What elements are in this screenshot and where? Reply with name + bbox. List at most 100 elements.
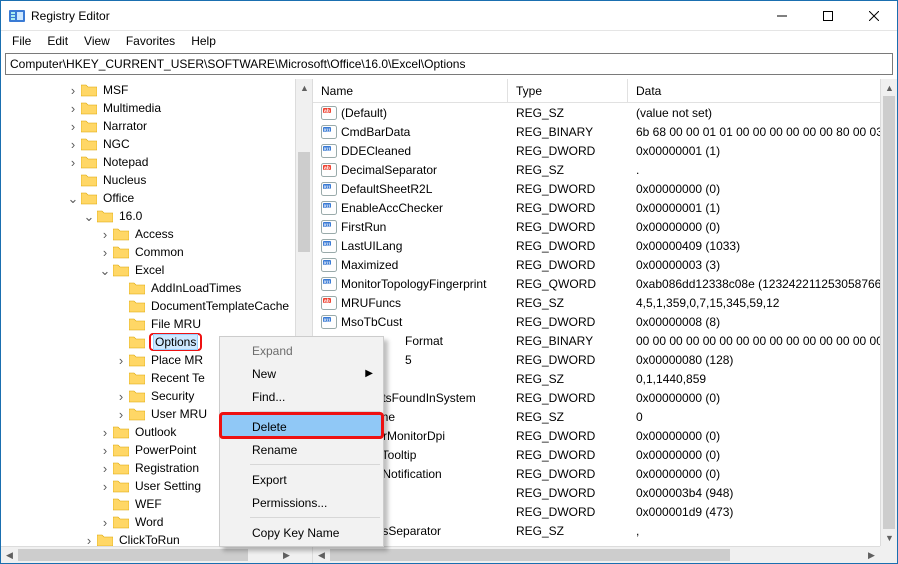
chevron-down-icon[interactable]: ⌄	[81, 210, 97, 223]
content: ····›MSF····›Multimedia····›Narrator····…	[1, 79, 897, 563]
tree-item[interactable]: ····›Notepad	[1, 153, 312, 171]
ctx-expand[interactable]: Expand	[222, 339, 381, 362]
tree-label: NGC	[101, 137, 132, 151]
value-row[interactable]: ndsSeparatorREG_SZ,	[313, 521, 897, 540]
menu-help[interactable]: Help	[184, 33, 223, 49]
tree-item[interactable]: ····›Narrator	[1, 117, 312, 135]
ctx-delete[interactable]: Delete	[222, 415, 381, 438]
value-data: 0,1,1440,859	[628, 372, 897, 386]
value-row[interactable]: ForMonitorDpiREG_DWORD0x00000000 (0)	[313, 426, 897, 445]
ctx-find[interactable]: Find...	[222, 385, 381, 408]
value-row[interactable]: REG_SZ0,1,1440,859	[313, 369, 897, 388]
tree-item[interactable]: ····›NGC	[1, 135, 312, 153]
tree-item[interactable]: ········DocumentTemplateCache	[1, 297, 312, 315]
tree-hscrollbar[interactable]: ◀ ▶	[1, 546, 295, 563]
value-row[interactable]: ueNotificationREG_DWORD0x00000000 (0)	[313, 464, 897, 483]
ctx-new[interactable]: New▶	[222, 362, 381, 385]
chevron-right-icon[interactable]: ›	[113, 390, 129, 403]
tree-item[interactable]: ······›Common	[1, 243, 312, 261]
chevron-right-icon[interactable]: ›	[113, 408, 129, 421]
tree-item[interactable]: ········AddInLoadTimes	[1, 279, 312, 297]
chevron-right-icon[interactable]: ›	[97, 480, 113, 493]
value-row[interactable]: FirstRunREG_DWORD0x00000000 (0)	[313, 217, 897, 236]
col-type[interactable]: Type	[508, 79, 628, 103]
tree-item[interactable]: ······›Access	[1, 225, 312, 243]
chevron-down-icon[interactable]: ⌄	[65, 192, 81, 205]
value-row[interactable]: lameREG_SZ0	[313, 407, 897, 426]
ctx-copy-key-name[interactable]: Copy Key Name	[222, 521, 381, 544]
value-row[interactable]: CmdBarDataREG_BINARY6b 68 00 00 01 01 00…	[313, 122, 897, 141]
minimize-button[interactable]	[759, 1, 805, 31]
chevron-right-icon[interactable]: ›	[65, 102, 81, 115]
scroll-up-icon[interactable]: ▲	[296, 79, 313, 96]
binary-value-icon	[321, 238, 337, 254]
chevron-right-icon[interactable]: ›	[97, 516, 113, 529]
col-name[interactable]: Name	[313, 79, 508, 103]
value-row[interactable]: DecimalSeparatorREG_SZ.	[313, 160, 897, 179]
tree-label: Registration	[133, 461, 201, 475]
tree-item[interactable]: ········File MRU	[1, 315, 312, 333]
menu-edit[interactable]: Edit	[40, 33, 75, 49]
list-vscrollbar[interactable]: ▲ ▼	[880, 79, 897, 546]
maximize-button[interactable]	[805, 1, 851, 31]
chevron-right-icon[interactable]: ›	[65, 120, 81, 133]
value-row[interactable]: DefaultSheetR2LREG_DWORD0x00000000 (0)	[313, 179, 897, 198]
tree-label: Multimedia	[101, 101, 163, 115]
scroll-right-icon[interactable]: ▶	[863, 547, 880, 563]
chevron-right-icon[interactable]: ›	[113, 354, 129, 367]
chevron-right-icon[interactable]: ›	[81, 534, 97, 547]
chevron-right-icon[interactable]: ›	[65, 84, 81, 97]
value-row[interactable]: nsTooltipREG_DWORD0x00000000 (0)	[313, 445, 897, 464]
tree-item[interactable]: ·····⌄16.0	[1, 207, 312, 225]
value-row[interactable]: XREG_DWORD0x000003b4 (948)	[313, 483, 897, 502]
col-data[interactable]: Data	[628, 79, 897, 103]
tree-label: User MRU	[149, 407, 209, 421]
chevron-right-icon[interactable]: ›	[65, 156, 81, 169]
close-button[interactable]	[851, 1, 897, 31]
tree-item[interactable]: ····⌄Office	[1, 189, 312, 207]
value-row[interactable]: DDECleanedREG_DWORD0x00000001 (1)	[313, 141, 897, 160]
window-title: Registry Editor	[31, 9, 110, 23]
value-row[interactable]: FormatREG_BINARY00 00 00 00 00 00 00 00 …	[313, 331, 897, 350]
menu-file[interactable]: File	[5, 33, 38, 49]
tree-item[interactable]: ····›MSF	[1, 81, 312, 99]
value-row[interactable]: MRUFuncsREG_SZ4,5,1,359,0,7,15,345,59,12	[313, 293, 897, 312]
tree-item[interactable]: ····›Multimedia	[1, 99, 312, 117]
ctx-rename[interactable]: Rename	[222, 438, 381, 461]
folder-icon	[81, 137, 97, 151]
values-list[interactable]: (Default)REG_SZ(value not set)CmdBarData…	[313, 103, 897, 540]
chevron-right-icon[interactable]: ›	[97, 462, 113, 475]
tree-label: Narrator	[101, 119, 149, 133]
scroll-right-icon[interactable]: ▶	[278, 547, 295, 563]
ctx-export[interactable]: Export	[222, 468, 381, 491]
scroll-up-icon[interactable]: ▲	[881, 79, 897, 96]
chevron-right-icon[interactable]: ›	[97, 444, 113, 457]
value-row[interactable]: (Default)REG_SZ(value not set)	[313, 103, 897, 122]
chevron-right-icon[interactable]: ›	[65, 138, 81, 151]
menu-favorites[interactable]: Favorites	[119, 33, 182, 49]
tree-item[interactable]: ·····Nucleus	[1, 171, 312, 189]
value-row[interactable]: ontsFoundInSystemREG_DWORD0x00000000 (0)	[313, 388, 897, 407]
list-hscrollbar[interactable]: ◀ ▶	[313, 546, 880, 563]
value-row[interactable]: MaximizedREG_DWORD0x00000003 (3)	[313, 255, 897, 274]
value-row[interactable]: LastUILangREG_DWORD0x00000409 (1033)	[313, 236, 897, 255]
string-value-icon	[321, 295, 337, 311]
chevron-right-icon[interactable]: ›	[97, 228, 113, 241]
tree-label: WEF	[133, 497, 164, 511]
value-row[interactable]: MsoTbCustREG_DWORD0x00000008 (8)	[313, 312, 897, 331]
address-bar[interactable]: Computer\HKEY_CURRENT_USER\SOFTWARE\Micr…	[5, 53, 893, 75]
chevron-right-icon[interactable]: ›	[97, 426, 113, 439]
value-row[interactable]: EnableAccCheckerREG_DWORD0x00000001 (1)	[313, 198, 897, 217]
chevron-right-icon[interactable]: ›	[97, 246, 113, 259]
scroll-left-icon[interactable]: ◀	[1, 547, 18, 563]
value-row[interactable]: YREG_DWORD0x000001d9 (473)	[313, 502, 897, 521]
ctx-permissions[interactable]: Permissions...	[222, 491, 381, 514]
value-row[interactable]: MonitorTopologyFingerprintREG_QWORD0xab0…	[313, 274, 897, 293]
chevron-down-icon[interactable]: ⌄	[97, 264, 113, 277]
value-type: REG_SZ	[508, 410, 628, 424]
scroll-left-icon[interactable]: ◀	[313, 547, 330, 563]
menu-view[interactable]: View	[77, 33, 117, 49]
scroll-down-icon[interactable]: ▼	[881, 529, 897, 546]
value-row[interactable]: 5REG_DWORD0x00000080 (128)	[313, 350, 897, 369]
tree-item[interactable]: ······⌄Excel	[1, 261, 312, 279]
